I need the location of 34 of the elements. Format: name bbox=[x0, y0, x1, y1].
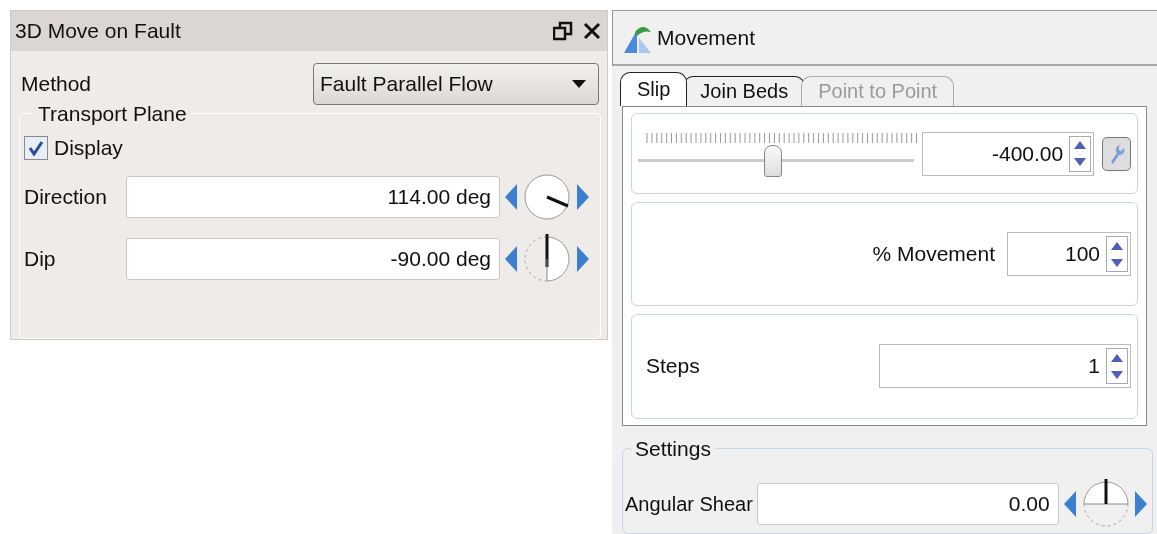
angle-field[interactable]: -90.00 deg bbox=[126, 238, 500, 280]
display-label: Display bbox=[54, 136, 123, 160]
panel-title: 3D Move on Fault bbox=[15, 19, 181, 43]
spin-arrows[interactable] bbox=[1069, 135, 1092, 172]
float-icon[interactable] bbox=[553, 21, 573, 41]
method-label: Method bbox=[21, 72, 92, 96]
method-dropdown[interactable]: Fault Parallel Flow bbox=[313, 63, 599, 105]
panel-title: Movement bbox=[657, 25, 756, 50]
field-label: Angular Shear bbox=[625, 492, 753, 516]
left-arrow-icon[interactable] bbox=[504, 245, 518, 273]
left-arrow-icon[interactable] bbox=[1062, 490, 1077, 518]
dial-control[interactable] bbox=[522, 234, 572, 284]
steps-spinbox[interactable]: 1 bbox=[879, 344, 1131, 389]
left-arrow-icon[interactable] bbox=[504, 183, 518, 211]
slip-spinbox[interactable]: -400.00 bbox=[921, 131, 1095, 176]
field-label: Dip bbox=[24, 247, 57, 271]
steps-label: Steps bbox=[646, 354, 700, 379]
angle-field[interactable]: 114.00 deg bbox=[126, 176, 500, 218]
field-label: Direction bbox=[24, 185, 108, 209]
display-checkbox[interactable] bbox=[24, 136, 48, 160]
spin-arrows[interactable] bbox=[1106, 236, 1128, 273]
percent-spinbox[interactable]: 100 bbox=[1007, 232, 1131, 277]
close-icon[interactable] bbox=[583, 22, 601, 40]
angle-field[interactable]: 0.00 bbox=[756, 483, 1059, 525]
right-arrow-icon[interactable] bbox=[1134, 490, 1148, 518]
slider-thumb[interactable] bbox=[764, 144, 783, 177]
dial-control[interactable] bbox=[522, 172, 572, 222]
caret-icon bbox=[572, 80, 586, 88]
wrench-button[interactable] bbox=[1102, 136, 1131, 171]
right-arrow-icon[interactable] bbox=[576, 245, 590, 273]
right-arrow-icon[interactable] bbox=[576, 183, 590, 211]
percent-movement-label: % Movement bbox=[872, 242, 995, 267]
tab[interactable]: Slip bbox=[620, 72, 688, 106]
spin-arrows[interactable] bbox=[1106, 348, 1128, 385]
